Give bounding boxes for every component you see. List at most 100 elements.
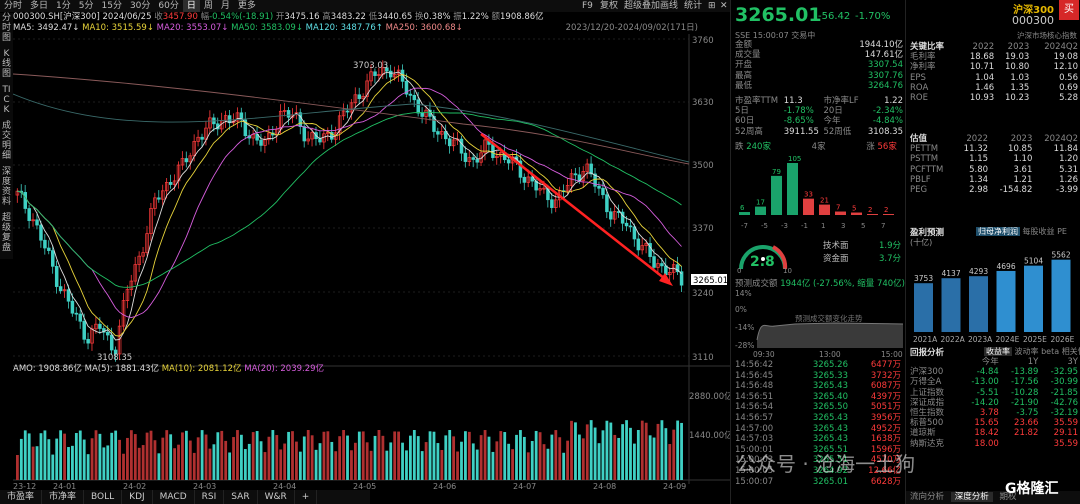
volume-bar bbox=[546, 448, 550, 480]
volume-bar bbox=[342, 430, 345, 480]
amo-value: AMO: 1908.86亿 bbox=[13, 364, 82, 374]
tab-correlation[interactable]: 相关性 bbox=[1062, 347, 1080, 356]
tab-boll[interactable]: BOLL bbox=[84, 490, 123, 504]
tab-flow[interactable]: 流向分析 bbox=[906, 492, 948, 502]
histogram-bar bbox=[819, 204, 830, 215]
volume-forecast-chart: 14% 0% -14% -28% 预测成交额变化走势 09:30 13:00 1… bbox=[735, 289, 903, 358]
volume-bar bbox=[243, 449, 247, 480]
volume-bar bbox=[519, 430, 522, 480]
side-tab-kline[interactable]: K线图 bbox=[2, 49, 12, 79]
volume-bar bbox=[401, 442, 404, 480]
svg-text:-28%: -28% bbox=[735, 341, 754, 350]
tab-pe-forecast[interactable]: PE bbox=[1057, 227, 1067, 236]
volume-bar bbox=[184, 430, 188, 480]
tab-5min[interactable]: 5分 bbox=[75, 0, 98, 12]
histogram-bar bbox=[771, 175, 782, 215]
volume-bar bbox=[338, 436, 342, 480]
volume-bar bbox=[177, 444, 180, 480]
ma-line bbox=[17, 71, 682, 341]
tab-more[interactable]: 更多 bbox=[234, 0, 260, 12]
candles bbox=[15, 60, 684, 362]
tab-macd[interactable]: MACD bbox=[153, 490, 195, 504]
tab-15min[interactable]: 15分 bbox=[98, 0, 126, 12]
volume-bar bbox=[353, 442, 357, 480]
volume-bar bbox=[562, 452, 566, 480]
volume-bar bbox=[153, 440, 157, 480]
tab-eps[interactable]: 每股收益 bbox=[1023, 227, 1055, 236]
tab-monthly[interactable]: 月 bbox=[217, 0, 234, 12]
candle-body bbox=[459, 138, 464, 154]
volume-bar bbox=[369, 450, 373, 480]
volume-bar bbox=[306, 430, 310, 480]
draw-button[interactable]: 画线 bbox=[656, 0, 682, 12]
x-axis-label: 24-05 bbox=[353, 482, 376, 490]
tab-return[interactable]: 收益率 bbox=[984, 347, 1012, 356]
tab-pb[interactable]: 市净率 bbox=[42, 490, 85, 504]
tab-1min[interactable]: 1分 bbox=[52, 0, 75, 12]
bar-amp: 1.22% bbox=[461, 12, 489, 22]
side-tab-trades[interactable]: 成交明细 bbox=[2, 121, 12, 161]
ma-line bbox=[17, 87, 682, 318]
tab-sar[interactable]: SAR bbox=[224, 490, 258, 504]
tab-volatility[interactable]: 波动率 bbox=[1015, 347, 1039, 356]
table-row: PETTM 11.32 10.85 11.84 bbox=[910, 144, 1078, 155]
tab-timeshare[interactable]: 分时 bbox=[0, 0, 26, 12]
price-axis-4: 3240 bbox=[692, 289, 714, 299]
tab-30min[interactable]: 30分 bbox=[126, 0, 154, 12]
tab-weekly[interactable]: 周 bbox=[200, 0, 217, 12]
volume-bar bbox=[251, 432, 255, 480]
side-tab-replay[interactable]: 超级复盘 bbox=[2, 213, 12, 253]
volume-bar bbox=[59, 430, 63, 480]
tab-beta[interactable]: beta bbox=[1041, 347, 1059, 356]
tab-depth[interactable]: 深度分析 bbox=[950, 492, 993, 502]
side-tab-tick[interactable]: TICK bbox=[2, 85, 12, 115]
tab-kdj[interactable]: KDJ bbox=[122, 490, 153, 504]
volume-bar bbox=[475, 449, 479, 480]
adjust-button[interactable]: 复权 bbox=[596, 0, 622, 12]
volume-bar bbox=[126, 437, 129, 480]
tab-pe[interactable]: 市盈率 bbox=[0, 490, 43, 504]
volume-bar bbox=[550, 434, 554, 480]
side-tab-timeshare[interactable]: 分时图 bbox=[2, 13, 12, 43]
volume-bar bbox=[597, 443, 601, 480]
last-price: 3265.01 bbox=[735, 4, 822, 26]
volume-bar bbox=[668, 444, 672, 480]
volume-bar bbox=[640, 420, 644, 480]
volume-bar bbox=[538, 432, 542, 480]
tab-daily[interactable]: 日 bbox=[182, 0, 200, 12]
tab-net-profit[interactable]: 归母净利润 bbox=[976, 227, 1020, 236]
volume-bar bbox=[157, 453, 161, 480]
tab-multiday[interactable]: 多日 bbox=[26, 0, 52, 12]
tab-add[interactable]: + bbox=[295, 490, 318, 504]
side-tab-deep[interactable]: 深度资料 bbox=[2, 167, 12, 207]
forecast-tabs: 归母净利润 每股收益 PE bbox=[976, 226, 1067, 237]
x-axis-label: 24-09 bbox=[663, 482, 686, 490]
f9-button[interactable]: F9 bbox=[578, 0, 597, 12]
volume-bar bbox=[570, 420, 573, 480]
forecast-category: 2022A bbox=[941, 335, 966, 344]
index-code: 000300.SH[沪深300] bbox=[13, 12, 100, 22]
candle-body bbox=[652, 256, 656, 268]
tab-rsi[interactable]: RSI bbox=[195, 490, 225, 504]
quote-panel: 3265.01 -56.42 -1.70% SSE 15:00:07 交易中 金… bbox=[730, 0, 906, 504]
ma-line bbox=[17, 74, 682, 337]
volume-bar bbox=[393, 431, 397, 480]
tab-wr[interactable]: W&R bbox=[258, 490, 295, 504]
histogram-bar bbox=[803, 198, 814, 215]
tab-60min[interactable]: 60分 bbox=[154, 0, 182, 12]
price-axis-2: 3500 bbox=[692, 161, 714, 171]
histogram-bar bbox=[883, 214, 894, 215]
volume-bar bbox=[326, 431, 330, 480]
kline-chart[interactable]: 3703.03 3108.35 3760 3630 3500 3370 3240… bbox=[13, 34, 730, 490]
candle-body bbox=[408, 93, 413, 96]
histogram-value: 2 bbox=[868, 206, 872, 214]
svg-text:13:00: 13:00 bbox=[819, 350, 841, 358]
candle-body bbox=[436, 131, 440, 135]
buy-button[interactable]: 买 bbox=[1059, 0, 1079, 20]
table-row: EPS 1.04 1.03 0.56 bbox=[910, 72, 1078, 83]
volume-bar bbox=[204, 434, 208, 480]
volume-bar bbox=[664, 428, 668, 480]
stats-button[interactable]: 统计 bbox=[680, 0, 706, 12]
candle-body bbox=[109, 334, 114, 351]
forecast-bar bbox=[914, 283, 933, 332]
